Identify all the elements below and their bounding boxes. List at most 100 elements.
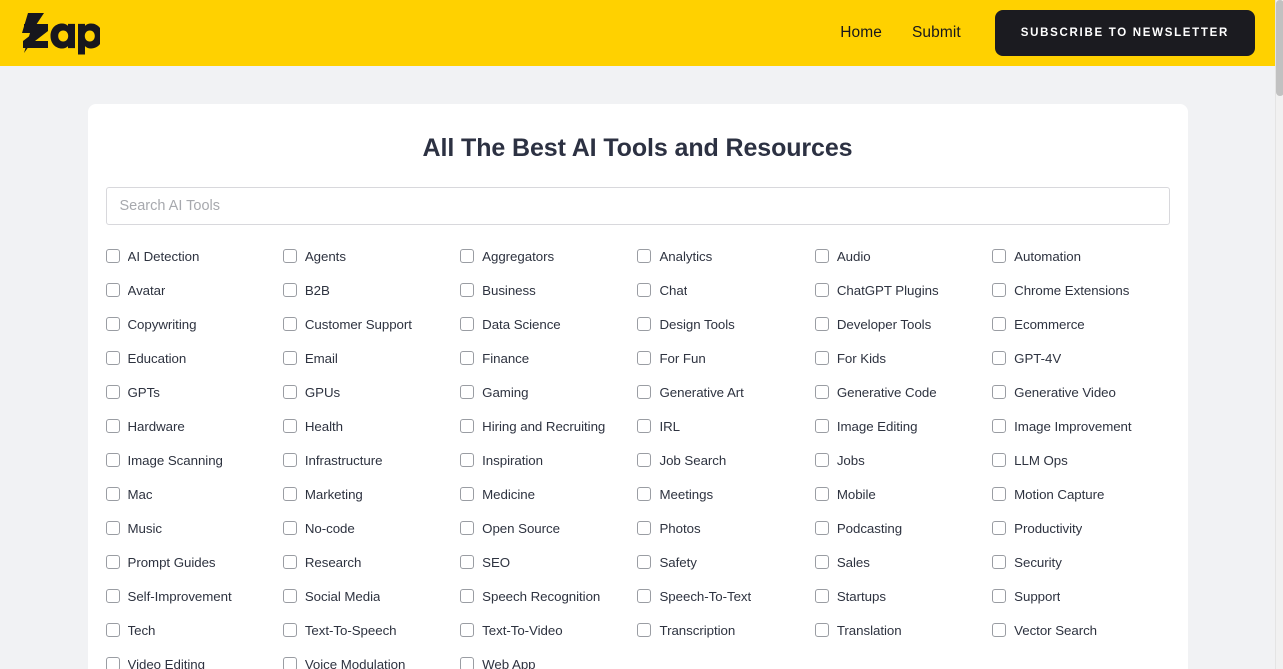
category-filter-item[interactable]: Aggregators xyxy=(460,239,637,273)
checkbox-icon[interactable] xyxy=(282,419,297,433)
category-filter-item[interactable]: Support xyxy=(992,579,1169,613)
checkbox-icon[interactable] xyxy=(460,453,475,467)
category-filter-item[interactable]: Copywriting xyxy=(105,307,283,341)
category-filter-item[interactable]: Translation xyxy=(814,613,992,647)
checkbox-icon[interactable] xyxy=(105,623,120,637)
checkbox-icon[interactable] xyxy=(460,521,475,535)
category-filter-item[interactable]: AI Detection xyxy=(105,239,283,273)
category-filter-item[interactable]: GPTs xyxy=(105,375,283,409)
checkbox-icon[interactable] xyxy=(814,317,829,331)
category-filter-item[interactable]: Email xyxy=(282,341,460,375)
checkbox-icon[interactable] xyxy=(105,589,120,603)
vertical-scrollbar-thumb[interactable] xyxy=(1276,0,1283,96)
checkbox-icon[interactable] xyxy=(105,453,120,467)
checkbox-icon[interactable] xyxy=(637,419,652,433)
checkbox-icon[interactable] xyxy=(105,249,120,263)
category-filter-item[interactable]: Generative Code xyxy=(814,375,992,409)
category-filter-item[interactable]: Motion Capture xyxy=(992,477,1169,511)
category-filter-item[interactable]: Automation xyxy=(992,239,1169,273)
category-filter-item[interactable]: Medicine xyxy=(460,477,637,511)
category-filter-item[interactable]: Text-To-Video xyxy=(460,613,637,647)
checkbox-icon[interactable] xyxy=(105,487,120,501)
checkbox-icon[interactable] xyxy=(282,555,297,569)
category-filter-item[interactable]: Avatar xyxy=(105,273,283,307)
checkbox-icon[interactable] xyxy=(460,487,475,501)
category-filter-item[interactable]: Design Tools xyxy=(637,307,814,341)
checkbox-icon[interactable] xyxy=(282,589,297,603)
category-filter-item[interactable]: Infrastructure xyxy=(282,443,460,477)
category-filter-item[interactable]: SEO xyxy=(460,545,637,579)
checkbox-icon[interactable] xyxy=(105,351,120,365)
category-filter-item[interactable]: Productivity xyxy=(992,511,1169,545)
checkbox-icon[interactable] xyxy=(637,487,652,501)
category-filter-item[interactable]: Sales xyxy=(814,545,992,579)
checkbox-icon[interactable] xyxy=(992,487,1007,501)
category-filter-item[interactable]: Meetings xyxy=(637,477,814,511)
category-filter-item[interactable]: Hardware xyxy=(105,409,283,443)
checkbox-icon[interactable] xyxy=(814,453,829,467)
category-filter-item[interactable]: Vector Search xyxy=(992,613,1169,647)
category-filter-item[interactable]: Image Editing xyxy=(814,409,992,443)
category-filter-item[interactable]: Analytics xyxy=(637,239,814,273)
checkbox-icon[interactable] xyxy=(637,623,652,637)
checkbox-icon[interactable] xyxy=(992,589,1007,603)
category-filter-item[interactable]: No-code xyxy=(282,511,460,545)
checkbox-icon[interactable] xyxy=(460,555,475,569)
nav-link-home[interactable]: Home xyxy=(840,24,882,42)
category-filter-item[interactable]: Image Improvement xyxy=(992,409,1169,443)
category-filter-item[interactable]: Web App xyxy=(460,647,637,669)
checkbox-icon[interactable] xyxy=(460,351,475,365)
category-filter-item[interactable]: Prompt Guides xyxy=(105,545,283,579)
checkbox-icon[interactable] xyxy=(992,317,1007,331)
checkbox-icon[interactable] xyxy=(992,555,1007,569)
checkbox-icon[interactable] xyxy=(460,419,475,433)
checkbox-icon[interactable] xyxy=(814,589,829,603)
category-filter-item[interactable]: Speech-To-Text xyxy=(637,579,814,613)
checkbox-icon[interactable] xyxy=(460,317,475,331)
checkbox-icon[interactable] xyxy=(282,385,297,399)
checkbox-icon[interactable] xyxy=(814,351,829,365)
category-filter-item[interactable]: Self-Improvement xyxy=(105,579,283,613)
checkbox-icon[interactable] xyxy=(814,521,829,535)
checkbox-icon[interactable] xyxy=(105,385,120,399)
category-filter-item[interactable]: Job Search xyxy=(637,443,814,477)
checkbox-icon[interactable] xyxy=(282,453,297,467)
checkbox-icon[interactable] xyxy=(992,351,1007,365)
category-filter-item[interactable]: Generative Video xyxy=(992,375,1169,409)
nav-link-submit[interactable]: Submit xyxy=(912,24,961,42)
checkbox-icon[interactable] xyxy=(637,521,652,535)
checkbox-icon[interactable] xyxy=(282,623,297,637)
category-filter-item[interactable]: Security xyxy=(992,545,1169,579)
checkbox-icon[interactable] xyxy=(282,249,297,263)
category-filter-item[interactable]: For Fun xyxy=(637,341,814,375)
checkbox-icon[interactable] xyxy=(814,555,829,569)
category-filter-item[interactable]: Chrome Extensions xyxy=(992,273,1169,307)
category-filter-item[interactable]: Speech Recognition xyxy=(460,579,637,613)
category-filter-item[interactable]: ChatGPT Plugins xyxy=(814,273,992,307)
checkbox-icon[interactable] xyxy=(992,453,1007,467)
category-filter-item[interactable]: GPT-4V xyxy=(992,341,1169,375)
category-filter-item[interactable]: Research xyxy=(282,545,460,579)
checkbox-icon[interactable] xyxy=(282,657,297,669)
brand-logo-zaps[interactable] xyxy=(14,0,100,66)
checkbox-icon[interactable] xyxy=(992,419,1007,433)
checkbox-icon[interactable] xyxy=(992,283,1007,297)
subscribe-to-newsletter-button[interactable]: SUBSCRIBE TO NEWSLETTER xyxy=(994,10,1255,56)
checkbox-icon[interactable] xyxy=(282,317,297,331)
checkbox-icon[interactable] xyxy=(105,521,120,535)
category-filter-item[interactable]: Social Media xyxy=(282,579,460,613)
checkbox-icon[interactable] xyxy=(460,657,475,669)
category-filter-item[interactable]: Photos xyxy=(637,511,814,545)
category-filter-item[interactable]: LLM Ops xyxy=(992,443,1169,477)
checkbox-icon[interactable] xyxy=(814,283,829,297)
checkbox-icon[interactable] xyxy=(637,555,652,569)
category-filter-item[interactable]: Video Editing xyxy=(105,647,283,669)
checkbox-icon[interactable] xyxy=(282,351,297,365)
search-input[interactable] xyxy=(105,187,1170,225)
category-filter-item[interactable]: Inspiration xyxy=(460,443,637,477)
category-filter-item[interactable]: Business xyxy=(460,273,637,307)
checkbox-icon[interactable] xyxy=(992,521,1007,535)
checkbox-icon[interactable] xyxy=(460,249,475,263)
category-filter-item[interactable]: Health xyxy=(282,409,460,443)
category-filter-item[interactable]: Jobs xyxy=(814,443,992,477)
